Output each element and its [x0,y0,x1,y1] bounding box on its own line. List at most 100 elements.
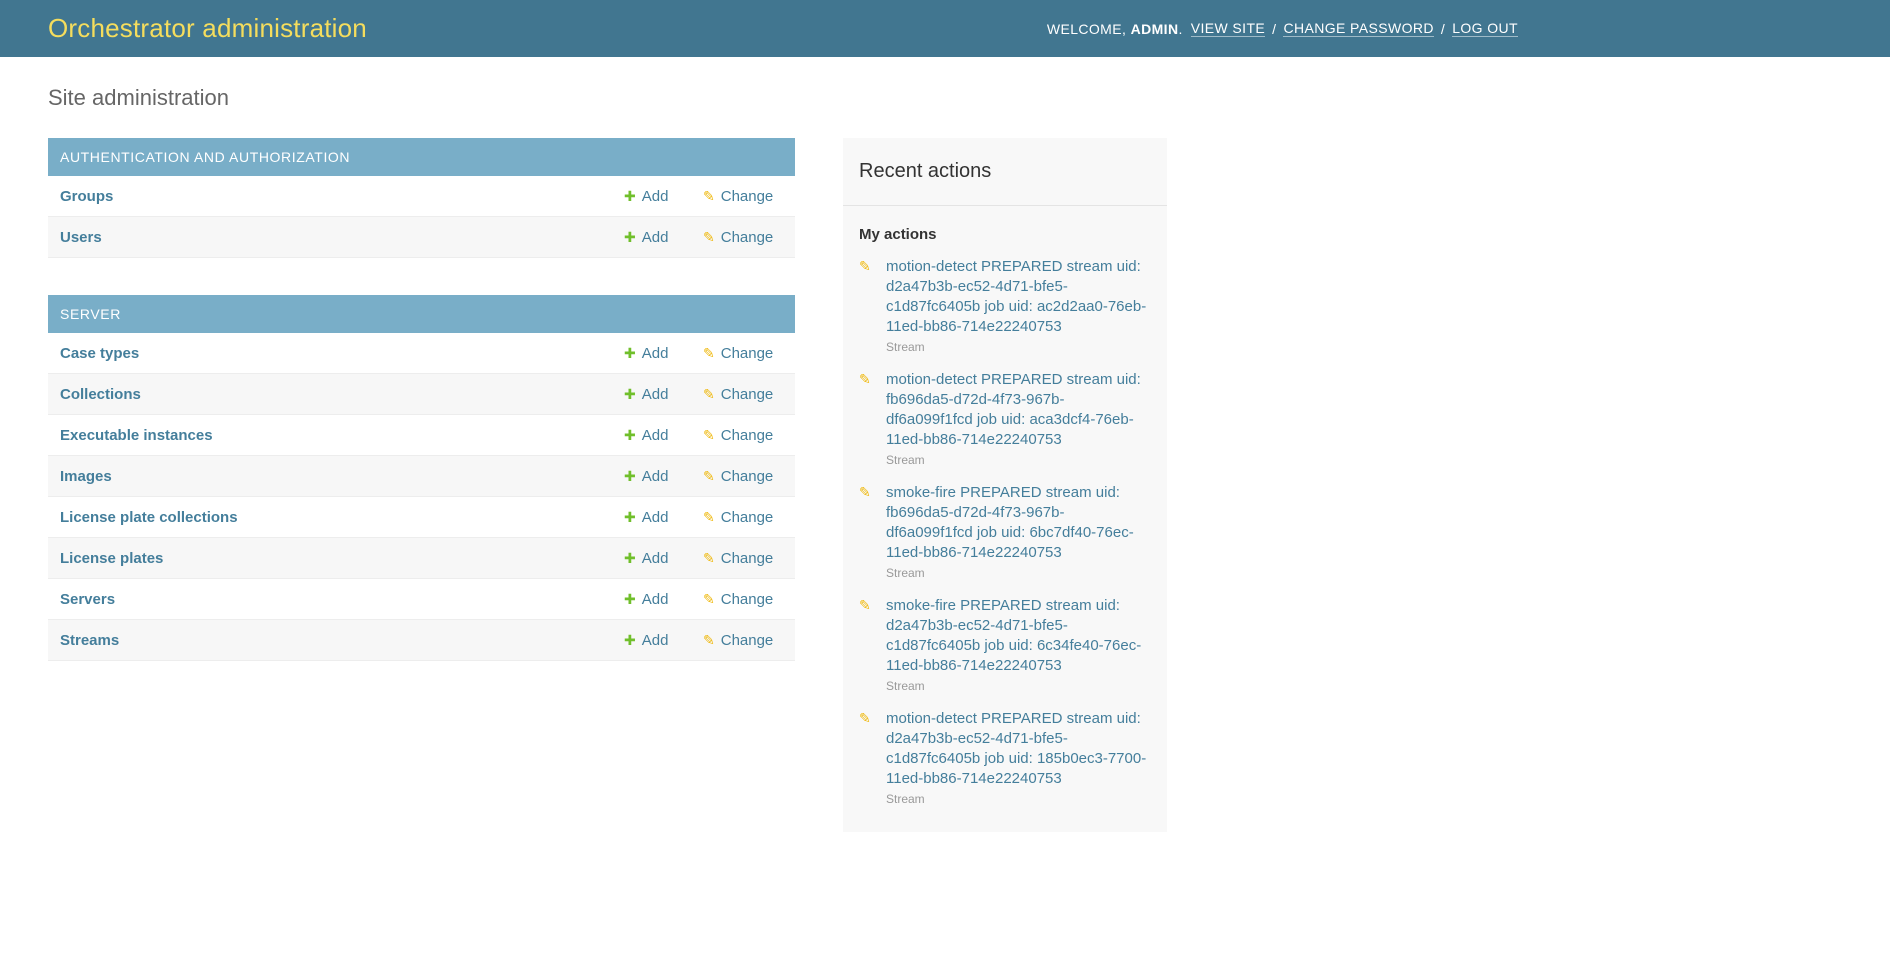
recent-action-type: Stream [886,453,1151,467]
log-out-link[interactable]: LOG OUT [1452,20,1518,37]
change-icon: ✎ [859,372,871,386]
change-executable-instances-link[interactable]: ✎Change [703,427,783,444]
model-link-case-types[interactable]: Case types [60,345,624,362]
model-link-users[interactable]: Users [60,229,624,246]
recent-action-item: ✎ motion-detect PREPARED stream uid: fb6… [859,362,1151,475]
change-icon: ✎ [859,259,871,273]
add-icon: ✚ [624,230,636,244]
recent-action-link[interactable]: motion-detect PREPARED stream uid: d2a47… [886,709,1151,789]
username: ADMIN [1131,21,1179,37]
change-icon: ✎ [859,598,871,612]
add-case-types-link[interactable]: ✚Add [624,345,703,362]
model-row-groups: Groups ✚ Add ✎Change [48,176,795,217]
change-icon: ✎ [703,510,715,524]
add-streams-link[interactable]: ✚Add [624,632,703,649]
add-executable-instances-link[interactable]: ✚ Add [624,427,703,444]
add-label: Add [642,427,669,444]
add-license-plate-collections-link[interactable]: ✚Add [624,509,703,526]
add-servers-link[interactable]: ✚ Add [624,591,703,608]
add-icon: ✚ [624,551,636,565]
recent-action-type: Stream [886,792,1151,806]
recent-action-item: ✎ smoke-fire PREPARED stream uid: d2a47b… [859,588,1151,701]
change-icon: ✎ [703,633,715,647]
change-password-link[interactable]: CHANGE PASSWORD [1283,20,1433,37]
model-link-groups[interactable]: Groups [60,188,624,205]
add-groups-link[interactable]: ✚ Add [624,188,703,205]
add-icon: ✚ [624,428,636,442]
change-license-plates-link[interactable]: ✎ Change [703,550,783,567]
change-icon: ✎ [703,230,715,244]
add-label: Add [642,591,669,608]
model-row-images: Images ✚Add ✎Change [48,456,795,497]
page-title: Site administration [48,85,1842,111]
separator: / [1441,21,1445,37]
change-icon: ✎ [703,592,715,606]
change-servers-link[interactable]: ✎ Change [703,591,783,608]
add-label: Add [642,632,669,649]
model-link-license-plate-collections[interactable]: License plate collections [60,509,624,526]
change-icon: ✎ [703,428,715,442]
recent-action-type: Stream [886,679,1151,693]
model-link-images[interactable]: Images [60,468,624,485]
change-users-link[interactable]: ✎ Change [703,229,783,246]
add-icon: ✚ [624,592,636,606]
change-images-link[interactable]: ✎Change [703,468,783,485]
model-link-streams[interactable]: Streams [60,632,624,649]
content: Site administration AUTHENTICATION AND A… [0,57,1890,832]
model-link-license-plates[interactable]: License plates [60,550,624,567]
view-site-link[interactable]: VIEW SITE [1191,20,1265,37]
model-link-collections[interactable]: Collections [60,386,624,403]
change-label: Change [721,345,774,362]
change-label: Change [721,591,774,608]
recent-actions-panel: Recent actions My actions ✎ motion-detec… [843,138,1167,832]
change-collections-link[interactable]: ✎Change [703,386,783,403]
header: Orchestrator administration WELCOME, ADM… [0,0,1890,57]
app-module-auth-title[interactable]: AUTHENTICATION AND AUTHORIZATION [48,138,795,176]
recent-action-link[interactable]: smoke-fire PREPARED stream uid: d2a47b3b… [886,596,1151,676]
add-license-plates-link[interactable]: ✚Add [624,550,703,567]
change-label: Change [721,632,774,649]
welcome-text: WELCOME, ADMIN. [1047,21,1183,37]
add-icon: ✚ [624,189,636,203]
model-row-users: Users ✚ Add ✎ Change [48,217,795,258]
change-label: Change [721,229,774,246]
model-row-case-types: Case types ✚Add ✎Change [48,333,795,374]
add-users-link[interactable]: ✚ Add [624,229,703,246]
welcome-suffix: . [1178,21,1182,37]
add-images-link[interactable]: ✚Add [624,468,703,485]
change-icon: ✎ [859,711,871,725]
model-row-collections: Collections ✚Add ✎Change [48,374,795,415]
change-label: Change [721,468,774,485]
recent-action-item: ✎ smoke-fire PREPARED stream uid: fb696d… [859,475,1151,588]
welcome-prefix: WELCOME, [1047,21,1126,37]
app-list: AUTHENTICATION AND AUTHORIZATION Groups … [48,138,795,698]
add-label: Add [642,229,669,246]
recent-action-link[interactable]: motion-detect PREPARED stream uid: fb696… [886,370,1151,450]
change-label: Change [721,509,774,526]
change-label: Change [721,550,774,567]
recent-action-item: ✎ motion-detect PREPARED stream uid: d2a… [859,249,1151,362]
recent-action-link[interactable]: motion-detect PREPARED stream uid: d2a47… [886,257,1151,337]
add-label: Add [642,188,669,205]
recent-action-type: Stream [886,340,1151,354]
add-icon: ✚ [624,387,636,401]
change-license-plate-collections-link[interactable]: ✎ Change [703,509,783,526]
model-row-executable-instances: Executable instances ✚ Add ✎Change [48,415,795,456]
change-icon: ✎ [859,485,871,499]
add-label: Add [642,509,669,526]
model-link-servers[interactable]: Servers [60,591,624,608]
model-row-streams: Streams ✚Add ✎ Change [48,620,795,661]
model-link-executable-instances[interactable]: Executable instances [60,427,624,444]
separator: / [1272,21,1276,37]
recent-action-link[interactable]: smoke-fire PREPARED stream uid: fb696da5… [886,483,1151,563]
change-case-types-link[interactable]: ✎Change [703,345,783,362]
add-label: Add [642,345,669,362]
app-module-server-title[interactable]: SERVER [48,295,795,333]
action-list: ✎ motion-detect PREPARED stream uid: d2a… [843,249,1167,814]
user-tools: WELCOME, ADMIN. VIEW SITE / CHANGE PASSW… [1047,0,1518,57]
change-groups-link[interactable]: ✎Change [703,188,783,205]
change-icon: ✎ [703,551,715,565]
add-collections-link[interactable]: ✚Add [624,386,703,403]
change-streams-link[interactable]: ✎ Change [703,632,783,649]
site-title-link[interactable]: Orchestrator administration [48,13,367,44]
